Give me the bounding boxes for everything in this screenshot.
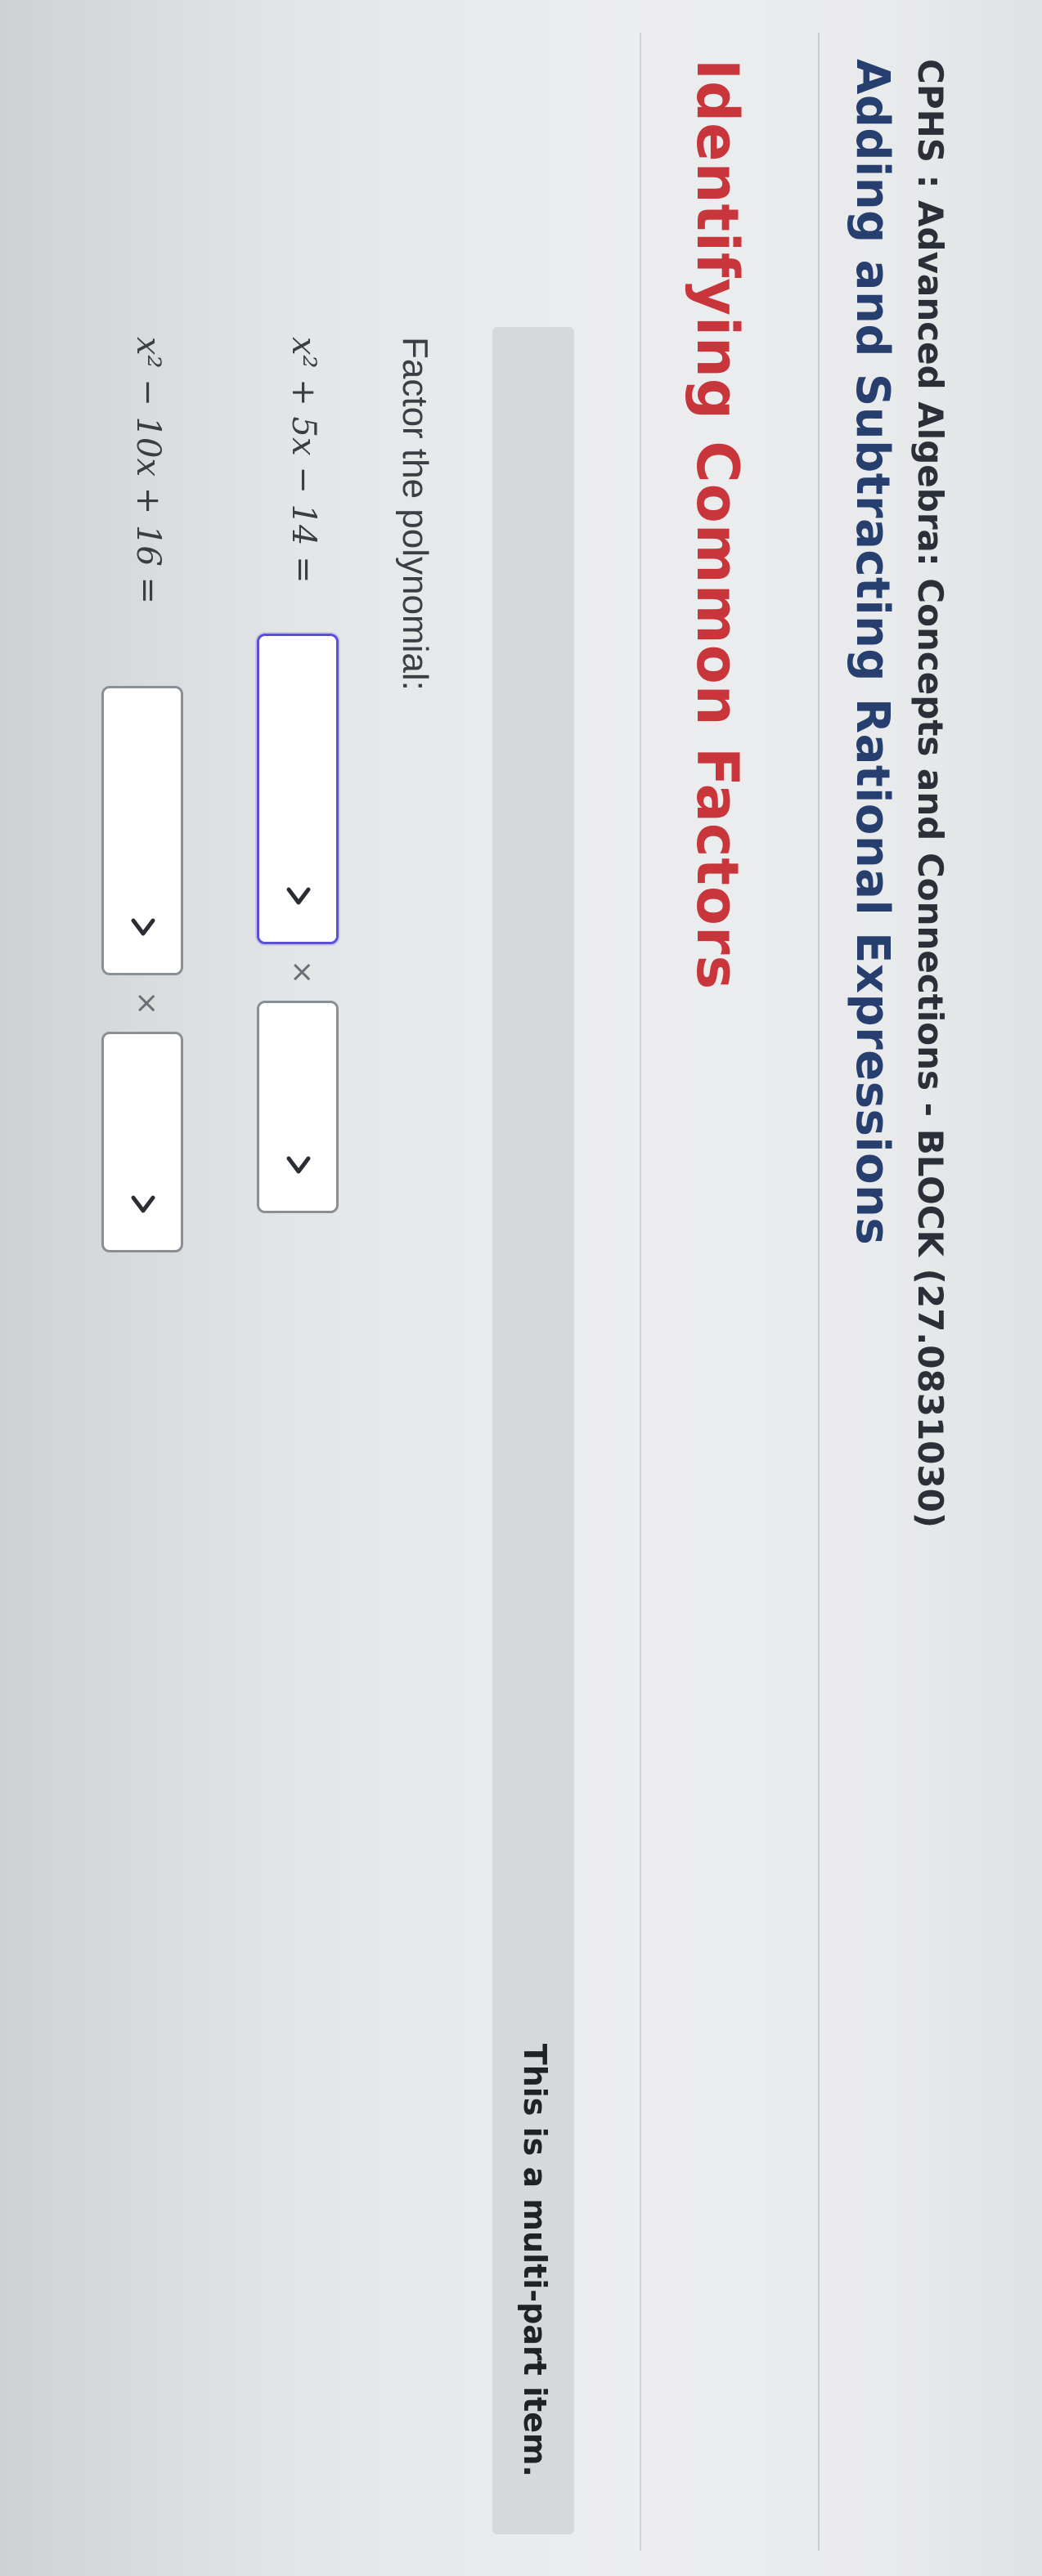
equation-2: x² − 10x + 16 = (129, 337, 167, 605)
question-prompt: Factor the polynomial: (395, 337, 435, 691)
equation-1: x² + 5x − 14 = (285, 337, 322, 584)
rotated-content: CPHS : Advanced Algebra: Concepts and Co… (0, 0, 1042, 2576)
factor-2a-dropdown[interactable] (101, 686, 183, 975)
chevron-down-icon (131, 918, 155, 936)
multi-part-notice: This is a multi-part item. (517, 2043, 553, 2477)
lesson-title: Adding and Subtracting Rational Expressi… (846, 59, 899, 1246)
section-divider (640, 33, 641, 2551)
section-title: Identifying Common Factors (684, 59, 751, 991)
header-divider (818, 33, 820, 2551)
factor-1a-dropdown[interactable] (257, 634, 339, 944)
factor-2b-dropdown[interactable] (101, 1032, 183, 1252)
multi-part-banner: This is a multi-part item. (492, 327, 574, 2534)
course-title: CPHS : Advanced Algebra: Concepts and Co… (910, 59, 950, 1529)
course-header: CPHS : Advanced Algebra: Concepts and Co… (813, 0, 1042, 2576)
times-symbol: × (285, 960, 319, 985)
chevron-down-icon (286, 887, 311, 905)
page: CPHS : Advanced Algebra: Concepts and Co… (0, 0, 1042, 2576)
factor-1b-dropdown[interactable] (257, 1001, 339, 1213)
chevron-down-icon (286, 1156, 311, 1174)
times-symbol: × (130, 991, 164, 1016)
chevron-down-icon (131, 1195, 155, 1213)
